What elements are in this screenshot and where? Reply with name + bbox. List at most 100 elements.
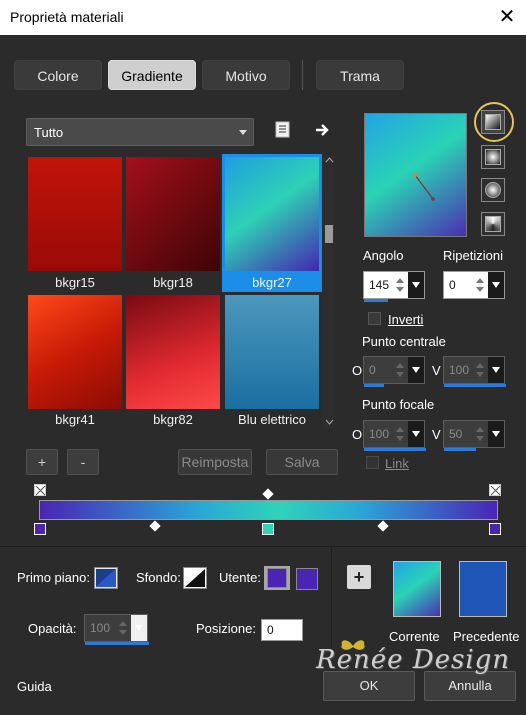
chevron-down-icon[interactable]: [408, 272, 424, 298]
background-swatch[interactable]: [183, 567, 207, 589]
position-value: 0: [267, 623, 274, 637]
chevron-down-icon[interactable]: [131, 615, 147, 641]
chevron-down-icon[interactable]: [488, 421, 504, 447]
help-link[interactable]: Guida: [17, 679, 52, 694]
document-menu-icon[interactable]: [274, 121, 292, 139]
gradient-thumbnail-bkgr82[interactable]: [126, 295, 220, 409]
background-label: Sfondo:: [136, 570, 181, 585]
watermark: Renée Design: [316, 645, 511, 675]
arrow-right-icon[interactable]: [314, 121, 332, 139]
spin-arrows-icon[interactable]: [474, 424, 486, 444]
checker-icon: [35, 485, 46, 496]
center-x-spinner[interactable]: 0: [363, 356, 425, 387]
linear-gradient-type-button[interactable]: [481, 110, 505, 134]
category-dropdown[interactable]: Tutto: [26, 118, 254, 146]
focal-y-spinner[interactable]: 50: [443, 420, 505, 451]
invert-checkbox[interactable]: [368, 312, 381, 325]
color-stop-middle[interactable]: [262, 523, 274, 535]
focal-x-spinner[interactable]: 100: [363, 420, 426, 451]
gradient-thumbnail-bkgr18[interactable]: [126, 157, 220, 271]
tab-color[interactable]: Colore: [14, 60, 102, 90]
ok-button[interactable]: OK: [323, 671, 415, 701]
thumbnail-label: Blu elettrico: [238, 412, 306, 427]
thumbnail-scrollbar[interactable]: [323, 155, 335, 429]
thumbnail-label: bkgr41: [55, 412, 95, 427]
link-label[interactable]: Link: [385, 456, 409, 471]
close-button[interactable]: ✕: [493, 4, 521, 30]
gradient-thumbnail-bkgr41[interactable]: [28, 295, 122, 409]
previous-swatch[interactable]: [459, 561, 507, 617]
center-y-spinner[interactable]: 100: [443, 356, 506, 387]
angle-slider-bar[interactable]: [364, 299, 388, 302]
rectangular-gradient-type-button[interactable]: [481, 145, 505, 169]
user-color-swatch-2[interactable]: [296, 568, 318, 590]
add-to-swatches-button[interactable]: +: [347, 565, 371, 589]
focal-y-slider-bar[interactable]: [444, 448, 476, 451]
focal-x-label: O: [352, 427, 363, 442]
save-button[interactable]: Salva: [266, 449, 338, 475]
radial-gradient-icon: [485, 182, 501, 198]
chevron-down-icon[interactable]: [408, 421, 424, 447]
repeats-value: 0: [449, 278, 456, 292]
tab-gradient[interactable]: Gradiente: [108, 60, 196, 90]
chevron-down-icon: [239, 130, 247, 135]
spin-arrows-icon[interactable]: [117, 618, 129, 638]
foreground-swatch[interactable]: [94, 567, 118, 589]
transparency-midpoint[interactable]: [262, 488, 274, 500]
angle-label: Angolo: [363, 248, 404, 263]
angle-spinner[interactable]: 145: [363, 271, 425, 302]
category-value: Tutto: [34, 125, 64, 140]
gradient-editor-bar[interactable]: [39, 500, 498, 520]
repeats-label: Ripetizioni: [443, 248, 503, 263]
scroll-up-icon[interactable]: [325, 156, 334, 163]
chevron-down-icon[interactable]: [408, 357, 424, 383]
gradient-thumbnail-bkgr15[interactable]: [28, 157, 122, 271]
tab-texture[interactable]: Trama: [316, 60, 404, 90]
center-y-value: 100: [449, 363, 470, 377]
add-gradient-button[interactable]: +: [26, 449, 58, 475]
current-swatch[interactable]: [393, 561, 441, 617]
angle-handle-icon[interactable]: [364, 113, 467, 237]
center-x-slider-bar[interactable]: [364, 384, 384, 387]
cancel-button[interactable]: Annulla: [424, 671, 516, 701]
chevron-down-icon[interactable]: [488, 357, 504, 383]
previous-label: Precedente: [453, 629, 520, 644]
link-checkbox[interactable]: [366, 456, 379, 469]
user-color-swatch-1[interactable]: [267, 568, 287, 588]
repeats-spinner[interactable]: 0: [443, 271, 505, 299]
linear-gradient-icon: [485, 114, 501, 130]
scroll-thumb[interactable]: [325, 225, 333, 243]
thumbnail-label: bkgr18: [153, 275, 193, 290]
color-midpoint[interactable]: [149, 520, 161, 532]
center-x-value: 0: [369, 363, 376, 377]
sunburst-gradient-type-button[interactable]: [481, 212, 505, 236]
position-field[interactable]: 0: [261, 619, 303, 641]
thumbnail-label: bkgr15: [55, 275, 95, 290]
opacity-value: 100: [90, 621, 111, 635]
spin-arrows-icon[interactable]: [474, 360, 486, 380]
gradient-thumbnail-blu-elettrico[interactable]: [225, 295, 319, 409]
color-stop-left[interactable]: [34, 523, 46, 535]
spin-arrows-icon[interactable]: [394, 360, 406, 380]
tab-pattern[interactable]: Motivo: [202, 60, 290, 90]
focal-y-value: 50: [449, 427, 463, 441]
radial-gradient-type-button[interactable]: [481, 178, 505, 202]
color-midpoint[interactable]: [377, 520, 389, 532]
chevron-down-icon[interactable]: [488, 272, 504, 298]
gradient-thumbnail-bkgr27[interactable]: [225, 157, 319, 271]
opacity-slider-bar[interactable]: [85, 642, 149, 645]
center-y-slider-bar[interactable]: [444, 384, 506, 387]
spin-arrows-icon[interactable]: [394, 275, 406, 295]
remove-gradient-button[interactable]: -: [67, 449, 99, 475]
invert-label[interactable]: Inverti: [388, 312, 423, 327]
opacity-spinner[interactable]: 100: [84, 614, 149, 645]
color-stop-right[interactable]: [489, 523, 501, 535]
thumbnail-label: bkgr82: [153, 412, 193, 427]
spin-arrows-icon[interactable]: [474, 275, 486, 295]
spin-arrows-icon[interactable]: [394, 424, 406, 444]
reset-button[interactable]: Reimposta: [178, 449, 252, 475]
focal-y-label: V: [432, 427, 441, 442]
scroll-down-icon[interactable]: [325, 419, 334, 426]
window-title: Proprietà materiali: [10, 9, 124, 25]
focal-x-slider-bar[interactable]: [364, 448, 426, 451]
